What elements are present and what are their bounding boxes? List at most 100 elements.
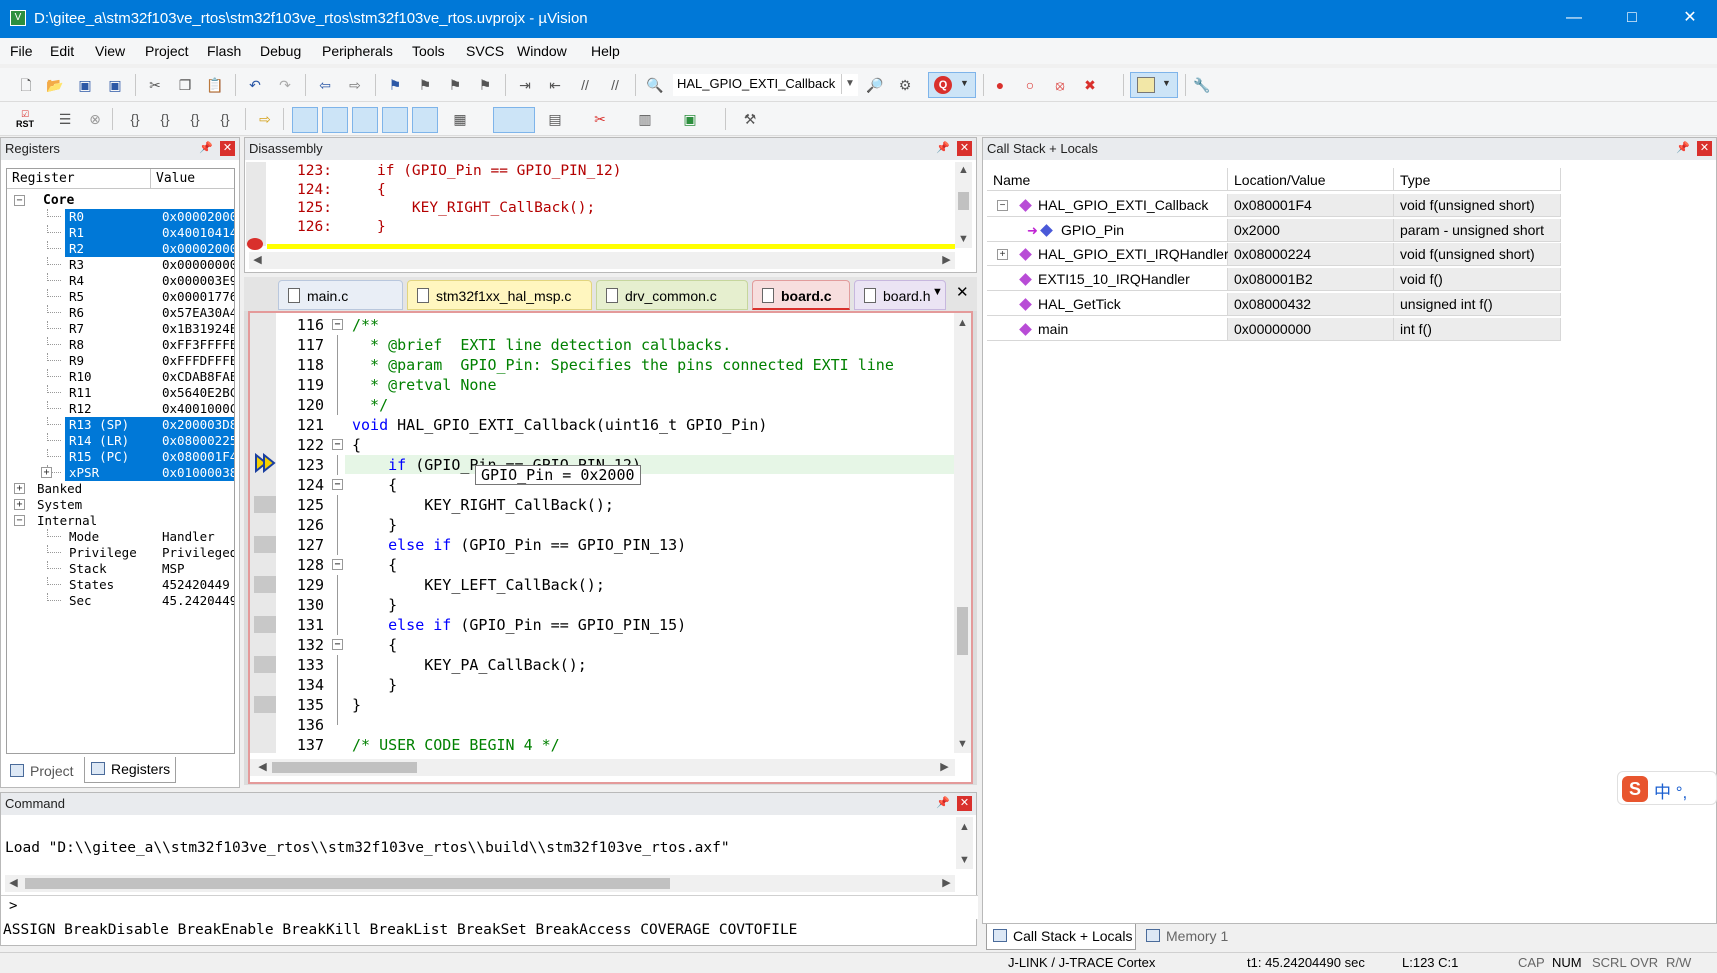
menu-peripherals[interactable]: Peripherals [322, 43, 393, 59]
expand-group-icon[interactable]: + [14, 499, 25, 510]
call-stack-window-button[interactable] [412, 107, 438, 133]
expand-frame-icon[interactable]: − [997, 200, 1008, 211]
internal-row[interactable]: Sec 45.2420449( [7, 593, 234, 609]
code-line[interactable]: 125 KEY_RIGHT_CallBack(); [250, 495, 955, 515]
location-column-header[interactable]: Location/Value [1228, 168, 1394, 191]
tab-project[interactable]: Project [4, 759, 80, 785]
ime-toolbar[interactable]: S 中 °, [1617, 771, 1717, 805]
comment-icon[interactable]: // [575, 75, 595, 95]
register-row[interactable]: R11 0x5640E2BC [7, 385, 234, 401]
uncomment-icon[interactable]: // [605, 75, 625, 95]
call-stack-location[interactable]: 0x080001F4 [1228, 194, 1394, 217]
menu-view[interactable]: View [95, 43, 125, 59]
pin-icon[interactable]: 📌 [936, 796, 950, 810]
cut-icon[interactable]: ✂ [145, 75, 165, 95]
command-window-button[interactable] [292, 107, 318, 133]
find-in-files-icon[interactable]: 🔍 [645, 75, 665, 95]
disassembly-hscroll[interactable]: ◀ ▶ [249, 252, 955, 269]
type-column-header[interactable]: Type [1394, 168, 1561, 191]
open-folder-icon[interactable]: 📂 [45, 75, 65, 95]
fold-toggle-icon[interactable]: − [332, 439, 343, 450]
code-line[interactable]: 117 * @brief EXTI line detection callbac… [250, 335, 955, 355]
disable-breakpoints-icon[interactable]: ⦻ [1050, 75, 1070, 95]
call-stack-location[interactable]: 0x00000000 [1228, 317, 1394, 341]
code-line[interactable]: 133 KEY_PA_CallBack(); [250, 655, 955, 675]
reset-cpu-icon[interactable]: ☑ RST [14, 109, 36, 131]
command-input[interactable]: > [1, 895, 978, 919]
code-line[interactable]: 135} [250, 695, 955, 715]
show-next-statement-icon[interactable]: ⇨ [255, 109, 275, 129]
register-row[interactable]: R7 0x1B31924E [7, 321, 234, 337]
register-row[interactable]: R10 0xCDAB8FAE [7, 369, 234, 385]
tab-stm32f1xx-hal-msp-c[interactable]: stm32f1xx_hal_msp.c [407, 280, 592, 310]
register-value[interactable]: 0x00002000 [162, 241, 234, 257]
code-line[interactable]: 134 } [250, 675, 955, 695]
chevron-down-icon[interactable]: ▼ [841, 74, 858, 94]
breakpoint-icon[interactable] [247, 238, 263, 250]
register-row[interactable]: R0 0x00002000 [7, 209, 234, 225]
pin-icon[interactable]: 📌 [199, 141, 213, 155]
toolbox-icon[interactable]: ⚒ [740, 109, 760, 129]
bookmark-icon[interactable]: ⚑ [385, 75, 405, 95]
code-line[interactable]: 120 */ [250, 395, 955, 415]
register-row[interactable]: + xPSR 0x01000038 [7, 465, 234, 481]
fold-toggle-icon[interactable]: − [332, 479, 343, 490]
menu-flash[interactable]: Flash [207, 43, 241, 59]
register-row[interactable]: R12 0x4001000C [7, 401, 234, 417]
code-line[interactable]: 118 * @param GPIO_Pin: Specifies the pin… [250, 355, 955, 375]
register-row[interactable]: R8 0xFF3FFFFE [7, 337, 234, 353]
internal-row[interactable]: Privilege Privileged [7, 545, 234, 561]
disassembly-window-button[interactable] [322, 107, 348, 133]
menu-file[interactable]: File [10, 43, 33, 59]
navigate-forward-icon[interactable]: ⇨ [345, 75, 365, 95]
memory-windows-button[interactable] [493, 107, 535, 133]
code-line[interactable]: 122−{ [250, 435, 955, 455]
minimize-button[interactable]: — [1545, 0, 1603, 38]
register-row[interactable]: R14 (LR) 0x08000225 [7, 433, 234, 449]
fold-toggle-icon[interactable]: − [332, 319, 343, 330]
maximize-button[interactable]: □ [1603, 0, 1661, 38]
close-tab-icon[interactable]: ✕ [956, 283, 969, 301]
register-group-banked[interactable]: Banked [37, 481, 82, 497]
register-value[interactable]: 0x08000225 [162, 433, 234, 449]
code-line[interactable]: 132− { [250, 635, 955, 655]
tab-call-stack-locals[interactable]: Call Stack + Locals [986, 924, 1136, 950]
register-value[interactable]: 0x080001F4 [162, 449, 234, 465]
code-line[interactable]: 130 } [250, 595, 955, 615]
tab-registers[interactable]: Registers [84, 757, 176, 783]
code-line[interactable]: 126 } [250, 515, 955, 535]
expand-xpsr-icon[interactable]: + [41, 467, 52, 478]
call-stack-row[interactable]: ➜ GPIO_Pin 0x2000 param - unsigned short [987, 218, 1577, 243]
code-line[interactable]: 128− { [250, 555, 955, 575]
register-row[interactable]: R5 0x00001776 [7, 289, 234, 305]
menu-project[interactable]: Project [145, 43, 189, 59]
call-stack-location[interactable]: 0x08000224 [1228, 243, 1394, 267]
code-line[interactable]: 121 void HAL_GPIO_EXTI_Callback(uint16_t … [250, 415, 955, 435]
undo-icon[interactable]: ↶ [245, 75, 265, 95]
kill-breakpoints-icon[interactable]: ✖ [1080, 75, 1100, 95]
step-over-icon[interactable]: {} [155, 109, 175, 129]
code-line[interactable]: 116−/** [250, 315, 955, 335]
call-stack-row[interactable]: EXTI15_10_IRQHandler 0x080001B2 void f() [987, 268, 1577, 292]
register-row[interactable]: R1 0x40010414 [7, 225, 234, 241]
call-stack-row[interactable]: + HAL_GPIO_EXTI_IRQHandler 0x08000224 void … [987, 243, 1577, 267]
register-row[interactable]: R4 0x000003E9 [7, 273, 234, 289]
register-row[interactable]: R15 (PC) 0x080001F4 [7, 449, 234, 465]
system-viewer-icon[interactable]: ▣ [680, 109, 700, 129]
register-value[interactable]: 0x00001776 [162, 289, 234, 305]
run-to-cursor-icon[interactable]: {} [215, 109, 235, 129]
stop-icon[interactable]: ⊗ [85, 109, 105, 129]
redo-icon[interactable]: ↷ [275, 75, 295, 95]
register-row[interactable]: R6 0x57EA30A4 [7, 305, 234, 321]
expand-group-icon[interactable]: + [14, 483, 25, 494]
tab-memory-1[interactable]: Memory 1 [1140, 924, 1240, 950]
register-value[interactable]: 0xFF3FFFFE [162, 337, 234, 353]
menu-svcs[interactable]: SVCS [466, 43, 504, 59]
register-value[interactable]: 0x000003E9 [162, 273, 234, 289]
debug-settings-icon[interactable]: ⚙ [895, 75, 915, 95]
indent-icon[interactable]: ⇥ [515, 75, 535, 95]
configure-icon[interactable]: 🔧 [1192, 75, 1212, 95]
internal-row[interactable]: Stack MSP [7, 561, 234, 577]
call-stack-location[interactable]: 0x2000 [1228, 218, 1394, 242]
tab-board-c[interactable]: board.c [752, 280, 850, 310]
